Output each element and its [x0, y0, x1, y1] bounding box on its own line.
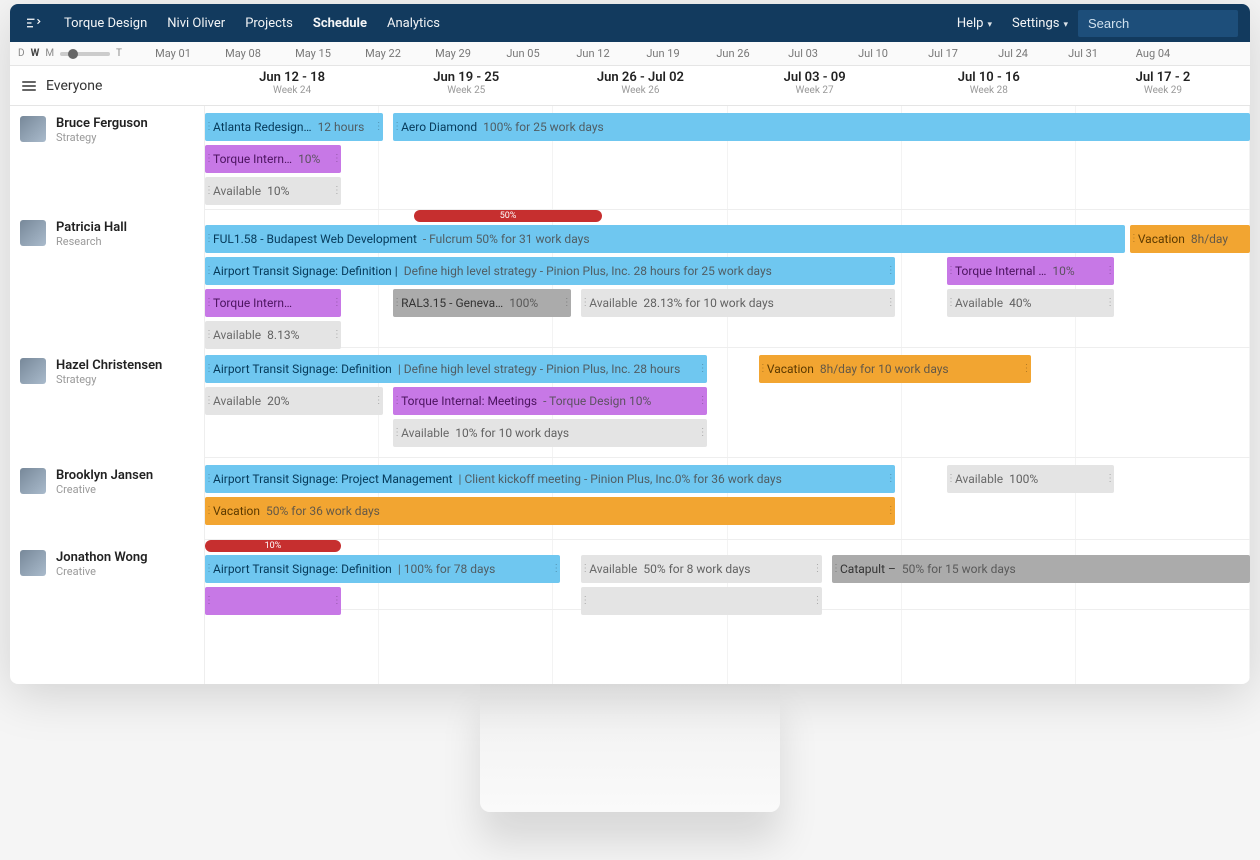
week-col[interactable]: Jun 19 - 25Week 25 — [379, 66, 553, 105]
resource-person[interactable]: Bruce FergusonStrategy — [10, 106, 204, 210]
mini-date: May 01 — [138, 47, 208, 60]
mini-date: May 08 — [208, 47, 278, 60]
timeline-grid[interactable]: Atlanta Redesign… 12 hours Aero Diamond 1… — [205, 106, 1250, 684]
avatar — [20, 550, 46, 576]
mini-date: Jul 03 — [768, 47, 838, 60]
mini-date: May 22 — [348, 47, 418, 60]
week-header: Jun 12 - 18Week 24Jun 19 - 25Week 25Jun … — [205, 66, 1250, 105]
mini-date: Jun 05 — [488, 47, 558, 60]
allocation-bar[interactable]: Torque Internal: Meetings - Torque Desig… — [393, 387, 707, 415]
allocation-bar[interactable]: Torque Intern… 10% — [205, 145, 341, 173]
allocation-bar[interactable]: Vacation 50% for 36 work days — [205, 497, 895, 525]
mini-date: Jun 19 — [628, 47, 698, 60]
timeline-zoom-row: D W M T May 01May 08May 15May 22May 29Ju… — [10, 42, 1250, 66]
person-name: Jonathon Wong — [56, 550, 148, 565]
person-name: Hazel Christensen — [56, 358, 162, 373]
people-column: Bruce FergusonStrategyPatricia HallResea… — [10, 106, 205, 684]
allocation-bar[interactable] — [581, 587, 821, 615]
avatar — [20, 116, 46, 142]
zoom-month[interactable]: M — [45, 48, 54, 59]
avatar — [20, 358, 46, 384]
week-col[interactable]: Jun 12 - 18Week 24 — [205, 66, 379, 105]
resource-lane-block: Airport Transit Signage: Project Managem… — [205, 458, 1250, 540]
hamburger-icon[interactable] — [22, 81, 36, 91]
person-name: Bruce Ferguson — [56, 116, 148, 131]
mini-date: Jul 24 — [978, 47, 1048, 60]
nav-brand[interactable]: Torque Design — [64, 16, 147, 31]
allocation-bar[interactable]: Catapult – 50% for 15 work days — [832, 555, 1250, 583]
resource-person[interactable]: Jonathon WongCreative — [10, 540, 204, 610]
resource-lane-block: Airport Transit Signage: Definition | De… — [205, 348, 1250, 458]
allocation-bar[interactable]: Airport Transit Signage: Definition | 10… — [205, 555, 560, 583]
overload-indicator: 50% — [414, 210, 602, 222]
person-role: Strategy — [56, 373, 162, 386]
allocation-bar[interactable]: Available 40% — [947, 289, 1114, 317]
week-col[interactable]: Jul 03 - 09Week 27 — [728, 66, 902, 105]
resource-lane-block: 50% FUL1.58 - Budapest Web Development - … — [205, 210, 1250, 348]
app-logo-icon — [22, 12, 44, 34]
allocation-bar[interactable]: Aero Diamond 100% for 25 work days — [393, 113, 1250, 141]
allocation-bar[interactable]: Available 100% — [947, 465, 1114, 493]
zoom-control[interactable]: D W M T — [10, 48, 130, 59]
person-role: Research — [56, 235, 127, 248]
nav-projects[interactable]: Projects — [245, 16, 293, 31]
allocation-bar[interactable]: Available 8.13% — [205, 321, 341, 349]
top-nav: Torque Design Nivi Oliver Projects Sched… — [10, 4, 1250, 42]
mini-date: Jun 12 — [558, 47, 628, 60]
allocation-bar[interactable]: Vacation 8h/day — [1130, 225, 1250, 253]
person-name: Patricia Hall — [56, 220, 127, 235]
week-col[interactable]: Jul 17 - 2Week 29 — [1076, 66, 1250, 105]
resource-person[interactable]: Brooklyn JansenCreative — [10, 458, 204, 540]
avatar — [20, 468, 46, 494]
allocation-bar[interactable]: Available 50% for 8 work days — [581, 555, 821, 583]
zoom-week[interactable]: W — [31, 48, 40, 59]
mini-date: Jul 31 — [1048, 47, 1118, 60]
resource-person[interactable]: Patricia HallResearch — [10, 210, 204, 348]
allocation-bar[interactable]: Available 10% — [205, 177, 341, 205]
allocation-bar[interactable]: Airport Transit Signage: Definition | De… — [205, 257, 895, 285]
search-input[interactable] — [1078, 10, 1238, 37]
resource-lane-block: 10% Airport Transit Signage: Definition |… — [205, 540, 1250, 610]
zoom-slider[interactable] — [60, 52, 110, 56]
allocation-bar[interactable]: Available 20% — [205, 387, 383, 415]
allocation-bar[interactable]: Airport Transit Signage: Project Managem… — [205, 465, 895, 493]
mini-date: Jul 10 — [838, 47, 908, 60]
week-col[interactable]: Jul 10 - 16Week 28 — [902, 66, 1076, 105]
avatar — [20, 220, 46, 246]
zoom-today[interactable]: T — [116, 48, 122, 59]
allocation-bar[interactable]: Atlanta Redesign… 12 hours — [205, 113, 383, 141]
person-role: Creative — [56, 565, 148, 578]
nav-settings[interactable]: Settings — [1012, 16, 1068, 31]
people-filter-label[interactable]: Everyone — [46, 78, 102, 94]
zoom-day[interactable]: D — [18, 48, 25, 59]
allocation-bar[interactable]: Torque Internal … 10% — [947, 257, 1114, 285]
resource-person[interactable]: Hazel ChristensenStrategy — [10, 348, 204, 458]
nav-analytics[interactable]: Analytics — [387, 16, 440, 31]
mini-date: May 29 — [418, 47, 488, 60]
nav-schedule[interactable]: Schedule — [313, 16, 367, 31]
person-role: Creative — [56, 483, 153, 496]
allocation-bar[interactable]: Airport Transit Signage: Definition | De… — [205, 355, 707, 383]
resource-lane-block: Atlanta Redesign… 12 hours Aero Diamond 1… — [205, 106, 1250, 210]
mini-date: Aug 04 — [1118, 47, 1188, 60]
mini-date: May 15 — [278, 47, 348, 60]
mini-date: Jul 17 — [908, 47, 978, 60]
allocation-bar[interactable]: RAL3.15 - Geneva… 100% — [393, 289, 571, 317]
allocation-bar[interactable]: Vacation 8h/day for 10 work days — [759, 355, 1031, 383]
mini-date-scale: May 01May 08May 15May 22May 29Jun 05Jun … — [130, 47, 1250, 60]
person-name: Brooklyn Jansen — [56, 468, 153, 483]
allocation-bar[interactable]: FUL1.58 - Budapest Web Development - Ful… — [205, 225, 1125, 253]
person-role: Strategy — [56, 131, 148, 144]
overload-indicator: 10% — [205, 540, 341, 552]
mini-date: Jun 26 — [698, 47, 768, 60]
allocation-bar[interactable] — [205, 587, 341, 615]
allocation-bar[interactable]: Torque Intern… — [205, 289, 341, 317]
nav-help[interactable]: Help — [957, 16, 992, 31]
allocation-bar[interactable]: Available 28.13% for 10 work days — [581, 289, 895, 317]
week-col[interactable]: Jun 26 - Jul 02Week 26 — [553, 66, 727, 105]
allocation-bar[interactable]: Available 10% for 10 work days — [393, 419, 707, 447]
nav-user[interactable]: Nivi Oliver — [167, 16, 225, 31]
